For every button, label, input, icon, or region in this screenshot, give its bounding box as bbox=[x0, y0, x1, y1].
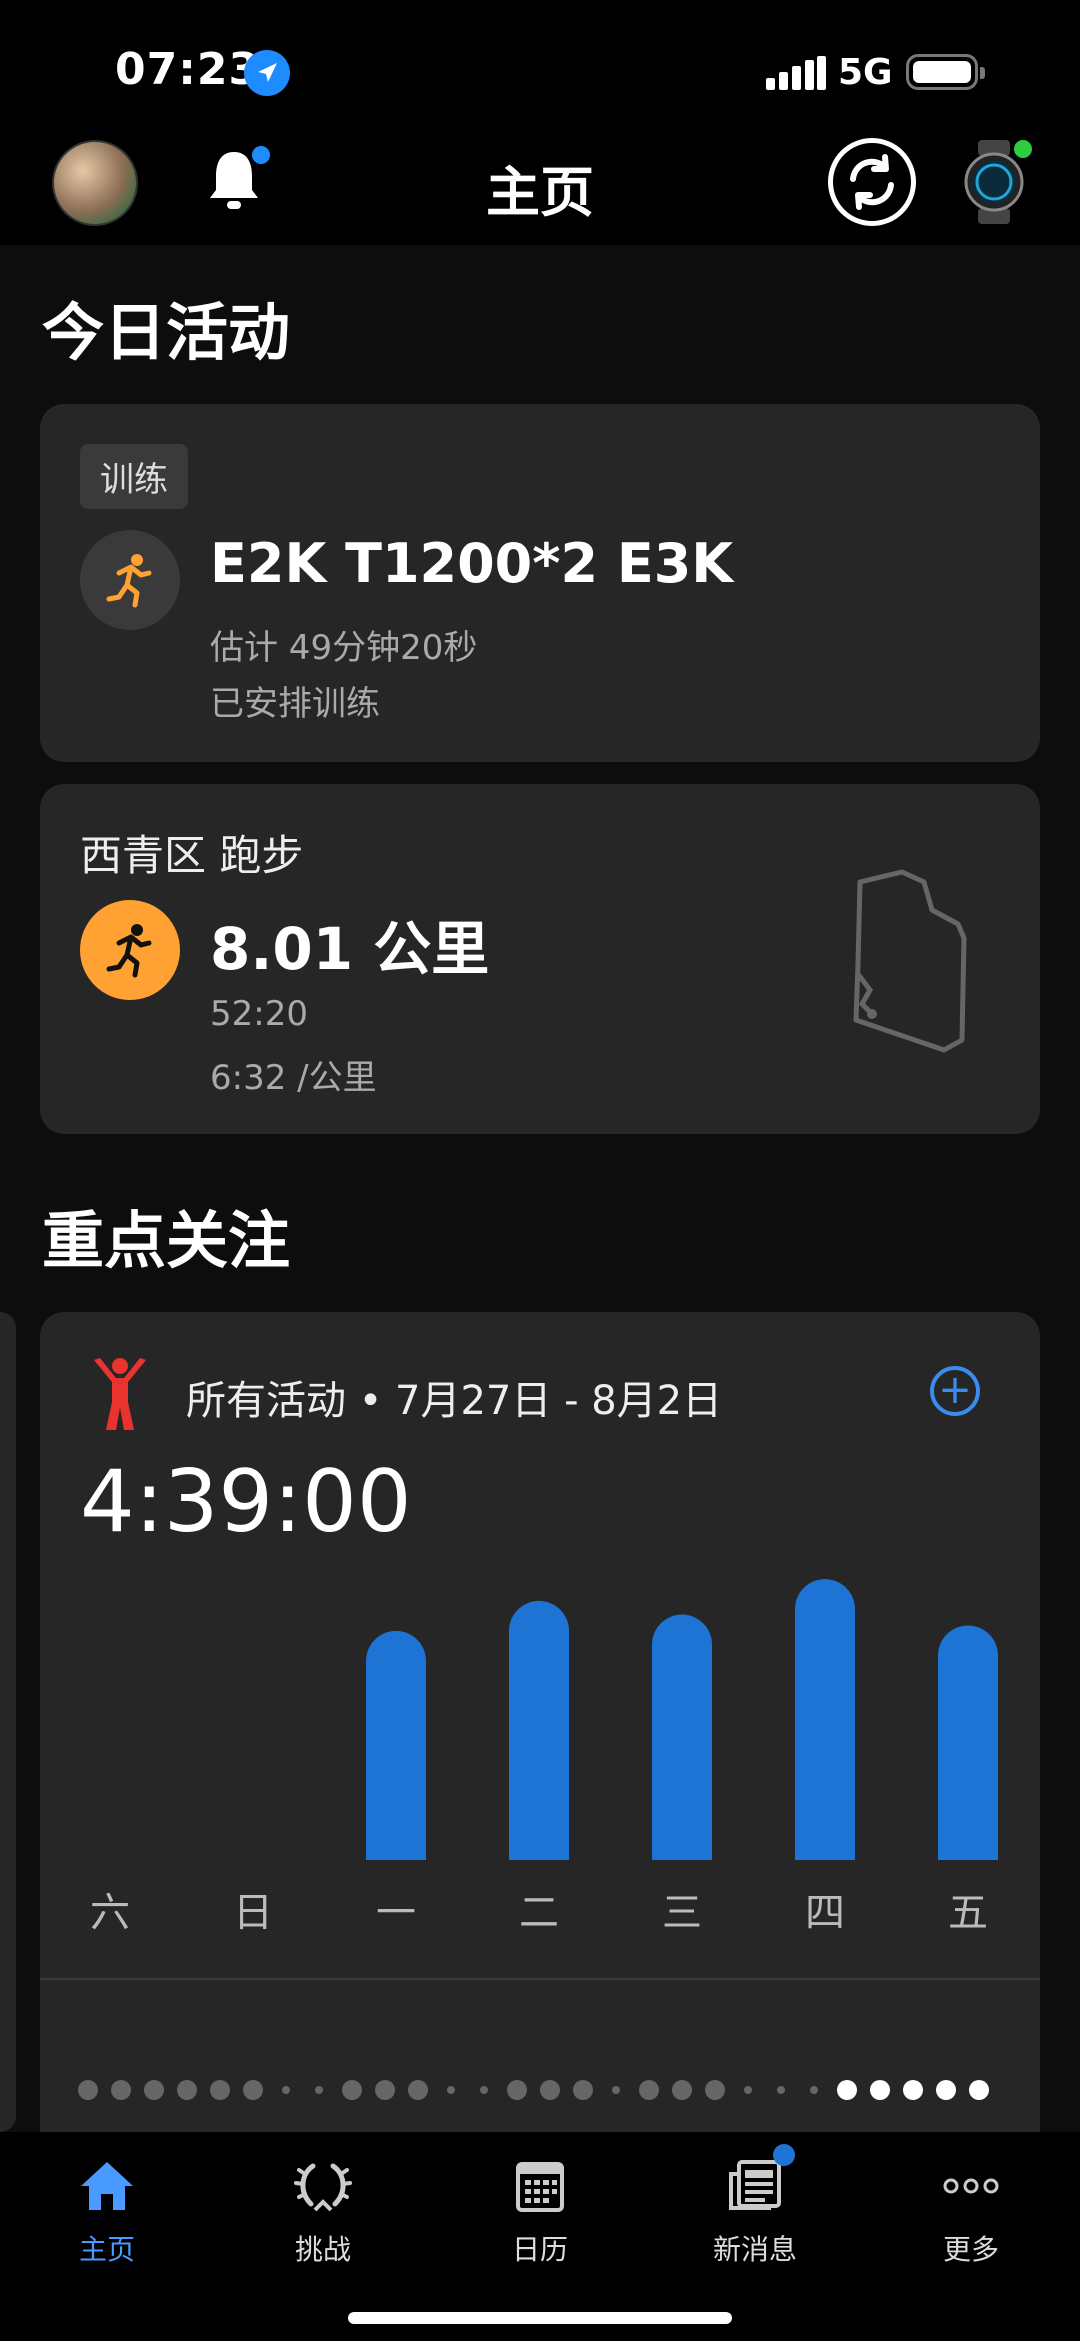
chart-x-label: 日 bbox=[233, 1890, 273, 1936]
signal-strength-icon bbox=[766, 56, 826, 90]
page-title: 主页 bbox=[486, 161, 594, 224]
pager-dot[interactable] bbox=[243, 2080, 263, 2100]
status-bar: 07:23 5G bbox=[0, 0, 1080, 130]
section-title-today: 今日活动 bbox=[42, 296, 291, 369]
pager-dot[interactable] bbox=[870, 2080, 890, 2100]
chart-bar-5 bbox=[795, 1579, 855, 1860]
pager-dot[interactable] bbox=[969, 2080, 989, 2100]
tab-challenges[interactable]: 挑战 bbox=[223, 2158, 423, 2268]
activity-card[interactable]: 西青区 跑步 8.01 公里 52:20 6:32 /公里 bbox=[40, 784, 1040, 1134]
messages-badge bbox=[773, 2144, 795, 2166]
chart-bar-2 bbox=[366, 1630, 426, 1860]
calendar-icon bbox=[510, 2158, 570, 2214]
pager-dot[interactable] bbox=[837, 2080, 857, 2100]
tab-calendar[interactable]: 日历 bbox=[440, 2158, 640, 2268]
pager-dot[interactable] bbox=[375, 2080, 395, 2100]
workout-status: 已安排训练 bbox=[210, 684, 380, 724]
activity-title: 西青区 跑步 bbox=[80, 831, 304, 880]
pager-dot[interactable] bbox=[612, 2086, 620, 2094]
tab-label: 挑战 bbox=[294, 2233, 351, 2266]
location-arrow-icon bbox=[244, 50, 290, 96]
running-icon bbox=[80, 530, 180, 630]
pager-dot[interactable] bbox=[177, 2080, 197, 2100]
pager-dot[interactable] bbox=[78, 2080, 98, 2100]
chart-x-label: 二 bbox=[519, 1890, 559, 1936]
total-time: 4:39:00 bbox=[80, 1452, 412, 1552]
home-indicator bbox=[348, 2312, 732, 2324]
chart-x-label: 六 bbox=[90, 1890, 130, 1936]
pager-dot[interactable] bbox=[573, 2080, 593, 2100]
tab-messages[interactable]: 新消息 bbox=[655, 2144, 855, 2268]
chart-bar-6 bbox=[938, 1625, 998, 1860]
battery-icon bbox=[906, 54, 985, 90]
add-button[interactable]: + bbox=[930, 1366, 980, 1416]
weekly-activity-card[interactable]: 所有活动 • 7月27日 - 8月2日 + 4:39:00 六 日 一 二 三 四 五 bbox=[40, 1312, 1040, 2132]
device-connected-indicator bbox=[1014, 140, 1032, 158]
pager-dot[interactable] bbox=[210, 2080, 230, 2100]
laurel-icon bbox=[293, 2158, 353, 2214]
pager-dot[interactable] bbox=[705, 2080, 725, 2100]
activity-distance: 8.01 公里 bbox=[210, 915, 490, 983]
workout-title: E2K T1200*2 E3K bbox=[210, 532, 734, 595]
activity-person-icon bbox=[94, 1358, 146, 1430]
workout-estimate: 估计 49分钟20秒 bbox=[210, 628, 478, 668]
tab-label: 更多 bbox=[942, 2233, 999, 2266]
weekly-bar-chart bbox=[366, 1579, 998, 1860]
more-dots-icon bbox=[941, 2158, 1001, 2214]
pager-dot[interactable] bbox=[507, 2080, 527, 2100]
device-watch-icon[interactable] bbox=[962, 140, 1032, 224]
chart-bar-4 bbox=[652, 1614, 712, 1860]
chart-x-label: 四 bbox=[805, 1890, 845, 1936]
tab-home[interactable]: 主页 bbox=[7, 2158, 207, 2268]
tab-label: 日历 bbox=[511, 2233, 568, 2266]
pager-dot[interactable] bbox=[111, 2080, 131, 2100]
pager-dot[interactable] bbox=[144, 2080, 164, 2100]
tab-label: 主页 bbox=[78, 2233, 135, 2266]
activity-pace: 6:32 /公里 bbox=[210, 1058, 377, 1098]
chart-bar-3 bbox=[509, 1600, 569, 1860]
workout-tag: 训练 bbox=[80, 444, 188, 509]
carousel-pager[interactable] bbox=[78, 2080, 1008, 2102]
pager-dot[interactable] bbox=[315, 2086, 323, 2094]
activity-duration: 52:20 bbox=[210, 994, 308, 1034]
pager-dot[interactable] bbox=[744, 2086, 752, 2094]
status-time: 07:23 bbox=[115, 44, 261, 95]
chart-x-label: 五 bbox=[948, 1890, 988, 1936]
sync-icon[interactable] bbox=[828, 138, 916, 226]
running-icon bbox=[80, 900, 180, 1000]
pager-dot[interactable] bbox=[540, 2080, 560, 2100]
pager-dot[interactable] bbox=[342, 2080, 362, 2100]
network-type: 5G bbox=[838, 52, 893, 93]
app-header: 主页 bbox=[0, 130, 1080, 245]
tab-label: 新消息 bbox=[712, 2233, 797, 2266]
workout-card[interactable]: 训练 E2K T1200*2 E3K 估计 49分钟20秒 已安排训练 bbox=[40, 404, 1040, 762]
card-divider bbox=[40, 1978, 1040, 1980]
chart-x-label: 三 bbox=[662, 1890, 702, 1936]
pager-dot[interactable] bbox=[447, 2086, 455, 2094]
pager-dot[interactable] bbox=[777, 2086, 785, 2094]
route-map-icon bbox=[853, 869, 967, 1053]
pager-dot[interactable] bbox=[903, 2080, 923, 2100]
newspaper-icon bbox=[725, 2144, 795, 2214]
tab-bar: 主页 挑战 日历 新消息 更多 bbox=[0, 2132, 1080, 2341]
home-icon bbox=[77, 2158, 137, 2214]
pager-dot[interactable] bbox=[282, 2086, 290, 2094]
pager-dot[interactable] bbox=[810, 2086, 818, 2094]
chart-x-label: 一 bbox=[376, 1890, 416, 1936]
pager-dot[interactable] bbox=[480, 2086, 488, 2094]
pager-dot[interactable] bbox=[672, 2080, 692, 2100]
pager-dot[interactable] bbox=[936, 2080, 956, 2100]
pager-dot[interactable] bbox=[639, 2080, 659, 2100]
activity-range-label: 所有活动 • 7月27日 - 8月2日 bbox=[186, 1378, 723, 1424]
previous-card-peek[interactable] bbox=[0, 1312, 16, 2132]
tab-more[interactable]: 更多 bbox=[871, 2158, 1071, 2268]
section-title-focus: 重点关注 bbox=[42, 1204, 291, 1277]
pager-dot[interactable] bbox=[408, 2080, 428, 2100]
